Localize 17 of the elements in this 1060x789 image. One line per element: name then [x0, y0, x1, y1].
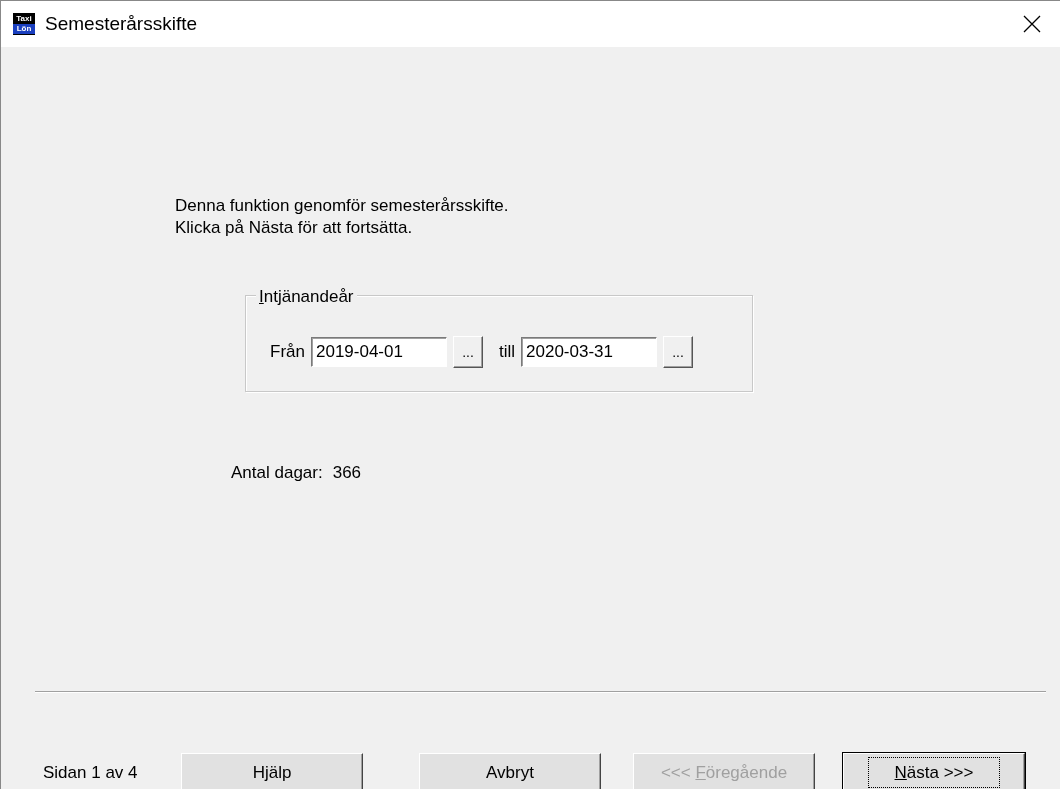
wizard-button[interactable]: Nästa >>>	[843, 753, 1025, 789]
days-label: Antal dagar:	[231, 462, 323, 484]
days-value: 366	[332, 462, 362, 484]
date-field[interactable]: 2020-03-31	[521, 337, 658, 367]
app-icon: Taxi Lön	[13, 13, 35, 35]
browse-button[interactable]: ...	[452, 336, 483, 368]
intro-text: Klicka på Nästa för att fortsätta.	[175, 217, 414, 239]
field-label: Från	[270, 341, 305, 364]
window-title: Semesterårsskifte	[45, 11, 198, 36]
page-indicator: Sidan 1 av 4	[43, 762, 139, 785]
field-label: till	[498, 341, 516, 364]
browse-button[interactable]: ...	[663, 336, 694, 368]
close-icon	[1023, 15, 1041, 33]
wizard-button[interactable]: Avbryt	[419, 753, 601, 789]
intro-text: Denna funktion genomför semesterårsskifte.	[175, 195, 510, 217]
date-field[interactable]: 2019-04-01	[310, 337, 447, 367]
wizard-button[interactable]: Hjälp	[181, 753, 363, 789]
